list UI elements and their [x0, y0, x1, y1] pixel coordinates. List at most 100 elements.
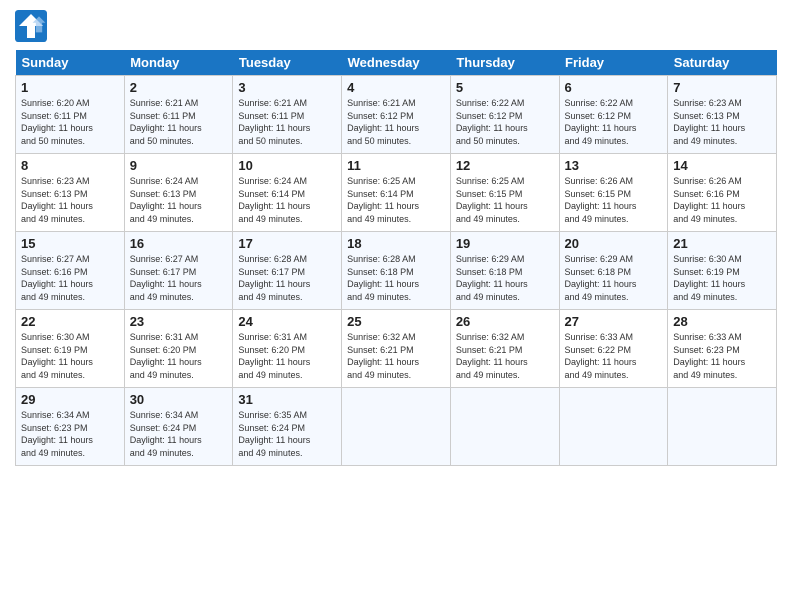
calendar-cell: 23Sunrise: 6:31 AM Sunset: 6:20 PM Dayli… — [124, 310, 233, 388]
calendar-cell: 16Sunrise: 6:27 AM Sunset: 6:17 PM Dayli… — [124, 232, 233, 310]
calendar-cell: 25Sunrise: 6:32 AM Sunset: 6:21 PM Dayli… — [342, 310, 451, 388]
day-number: 26 — [456, 314, 554, 329]
day-info: Sunrise: 6:27 AM Sunset: 6:17 PM Dayligh… — [130, 253, 228, 303]
day-number: 1 — [21, 80, 119, 95]
day-number: 8 — [21, 158, 119, 173]
day-info: Sunrise: 6:28 AM Sunset: 6:17 PM Dayligh… — [238, 253, 336, 303]
day-info: Sunrise: 6:25 AM Sunset: 6:14 PM Dayligh… — [347, 175, 445, 225]
calendar-cell: 30 Sunrise: 6:34 AM Sunset: 6:24 PM Dayli… — [124, 388, 233, 466]
day-info: Sunrise: 6:26 AM Sunset: 6:16 PM Dayligh… — [673, 175, 771, 225]
day-number: 30 — [130, 392, 228, 407]
calendar-cell: 4 Sunrise: 6:21 AM Sunset: 6:12 PM Daylig… — [342, 76, 451, 154]
day-info: Sunrise: 6:28 AM Sunset: 6:18 PM Dayligh… — [347, 253, 445, 303]
day-info: Sunrise: 6:29 AM Sunset: 6:18 PM Dayligh… — [565, 253, 663, 303]
day-number: 10 — [238, 158, 336, 173]
day-number: 13 — [565, 158, 663, 173]
day-number: 22 — [21, 314, 119, 329]
calendar-cell — [450, 388, 559, 466]
calendar-cell: 7 Sunrise: 6:23 AM Sunset: 6:13 PM Daylig… — [668, 76, 777, 154]
day-number: 28 — [673, 314, 771, 329]
day-number: 27 — [565, 314, 663, 329]
calendar-week-1: 1 Sunrise: 6:20 AM Sunset: 6:11 PM Daylig… — [16, 76, 777, 154]
calendar-cell: 6 Sunrise: 6:22 AM Sunset: 6:12 PM Daylig… — [559, 76, 668, 154]
calendar-cell: 22 Sunrise: 6:30 AM Sunset: 6:19 PM Dayli… — [16, 310, 125, 388]
calendar-cell: 29Sunrise: 6:34 AM Sunset: 6:23 PM Dayli… — [16, 388, 125, 466]
day-info: Sunrise: 6:34 AM Sunset: 6:23 PM Dayligh… — [21, 409, 119, 459]
day-info: Sunrise: 6:27 AM Sunset: 6:16 PM Dayligh… — [21, 253, 119, 303]
calendar-cell: 11 Sunrise: 6:25 AM Sunset: 6:14 PM Dayli… — [342, 154, 451, 232]
day-number: 7 — [673, 80, 771, 95]
day-header-tuesday: Tuesday — [233, 50, 342, 76]
calendar-cell: 9 Sunrise: 6:24 AM Sunset: 6:13 PM Daylig… — [124, 154, 233, 232]
calendar-table: SundayMondayTuesdayWednesdayThursdayFrid… — [15, 50, 777, 466]
calendar-cell: 24 Sunrise: 6:31 AM Sunset: 6:20 PM Dayli… — [233, 310, 342, 388]
day-info: Sunrise: 6:23 AM Sunset: 6:13 PM Dayligh… — [673, 97, 771, 147]
day-info: Sunrise: 6:20 AM Sunset: 6:11 PM Dayligh… — [21, 97, 119, 147]
calendar-cell: 20 Sunrise: 6:29 AM Sunset: 6:18 PM Dayli… — [559, 232, 668, 310]
day-info: Sunrise: 6:24 AM Sunset: 6:14 PM Dayligh… — [238, 175, 336, 225]
day-info: Sunrise: 6:21 AM Sunset: 6:11 PM Dayligh… — [238, 97, 336, 147]
day-info: Sunrise: 6:24 AM Sunset: 6:13 PM Dayligh… — [130, 175, 228, 225]
day-info: Sunrise: 6:21 AM Sunset: 6:11 PM Dayligh… — [130, 97, 228, 147]
day-info: Sunrise: 6:33 AM Sunset: 6:23 PM Dayligh… — [673, 331, 771, 381]
day-info: Sunrise: 6:29 AM Sunset: 6:18 PM Dayligh… — [456, 253, 554, 303]
calendar-cell: 3 Sunrise: 6:21 AM Sunset: 6:11 PM Daylig… — [233, 76, 342, 154]
day-number: 19 — [456, 236, 554, 251]
calendar-cell: 2Sunrise: 6:21 AM Sunset: 6:11 PM Daylig… — [124, 76, 233, 154]
day-info: Sunrise: 6:31 AM Sunset: 6:20 PM Dayligh… — [238, 331, 336, 381]
day-number: 24 — [238, 314, 336, 329]
day-info: Sunrise: 6:25 AM Sunset: 6:15 PM Dayligh… — [456, 175, 554, 225]
calendar-week-4: 22 Sunrise: 6:30 AM Sunset: 6:19 PM Dayli… — [16, 310, 777, 388]
calendar-cell: 15 Sunrise: 6:27 AM Sunset: 6:16 PM Dayli… — [16, 232, 125, 310]
calendar-week-3: 15 Sunrise: 6:27 AM Sunset: 6:16 PM Dayli… — [16, 232, 777, 310]
day-info: Sunrise: 6:21 AM Sunset: 6:12 PM Dayligh… — [347, 97, 445, 147]
logo — [15, 10, 51, 42]
day-number: 9 — [130, 158, 228, 173]
calendar-cell: 13 Sunrise: 6:26 AM Sunset: 6:15 PM Dayli… — [559, 154, 668, 232]
day-number: 14 — [673, 158, 771, 173]
calendar-cell — [668, 388, 777, 466]
day-number: 25 — [347, 314, 445, 329]
header — [15, 10, 777, 42]
day-number: 20 — [565, 236, 663, 251]
day-number: 18 — [347, 236, 445, 251]
logo-icon — [15, 10, 47, 42]
day-number: 6 — [565, 80, 663, 95]
day-number: 3 — [238, 80, 336, 95]
calendar-cell: 17 Sunrise: 6:28 AM Sunset: 6:17 PM Dayli… — [233, 232, 342, 310]
calendar-cell: 27 Sunrise: 6:33 AM Sunset: 6:22 PM Dayli… — [559, 310, 668, 388]
calendar-cell: 1 Sunrise: 6:20 AM Sunset: 6:11 PM Daylig… — [16, 76, 125, 154]
day-info: Sunrise: 6:23 AM Sunset: 6:13 PM Dayligh… — [21, 175, 119, 225]
day-number: 31 — [238, 392, 336, 407]
day-number: 17 — [238, 236, 336, 251]
day-info: Sunrise: 6:30 AM Sunset: 6:19 PM Dayligh… — [21, 331, 119, 381]
day-info: Sunrise: 6:22 AM Sunset: 6:12 PM Dayligh… — [456, 97, 554, 147]
calendar-cell: 19 Sunrise: 6:29 AM Sunset: 6:18 PM Dayli… — [450, 232, 559, 310]
calendar-cell — [342, 388, 451, 466]
calendar-cell: 21 Sunrise: 6:30 AM Sunset: 6:19 PM Dayli… — [668, 232, 777, 310]
day-info: Sunrise: 6:31 AM Sunset: 6:20 PM Dayligh… — [130, 331, 228, 381]
day-number: 12 — [456, 158, 554, 173]
day-info: Sunrise: 6:35 AM Sunset: 6:24 PM Dayligh… — [238, 409, 336, 459]
day-header-wednesday: Wednesday — [342, 50, 451, 76]
day-info: Sunrise: 6:34 AM Sunset: 6:24 PM Dayligh… — [130, 409, 228, 459]
calendar-cell — [559, 388, 668, 466]
day-number: 4 — [347, 80, 445, 95]
day-info: Sunrise: 6:33 AM Sunset: 6:22 PM Dayligh… — [565, 331, 663, 381]
day-number: 11 — [347, 158, 445, 173]
day-info: Sunrise: 6:26 AM Sunset: 6:15 PM Dayligh… — [565, 175, 663, 225]
calendar-week-2: 8 Sunrise: 6:23 AM Sunset: 6:13 PM Daylig… — [16, 154, 777, 232]
calendar-cell: 12 Sunrise: 6:25 AM Sunset: 6:15 PM Dayli… — [450, 154, 559, 232]
page-container: SundayMondayTuesdayWednesdayThursdayFrid… — [0, 0, 792, 476]
calendar-cell: 31 Sunrise: 6:35 AM Sunset: 6:24 PM Dayli… — [233, 388, 342, 466]
day-header-friday: Friday — [559, 50, 668, 76]
day-header-saturday: Saturday — [668, 50, 777, 76]
day-info: Sunrise: 6:22 AM Sunset: 6:12 PM Dayligh… — [565, 97, 663, 147]
day-info: Sunrise: 6:32 AM Sunset: 6:21 PM Dayligh… — [456, 331, 554, 381]
calendar-header-row: SundayMondayTuesdayWednesdayThursdayFrid… — [16, 50, 777, 76]
day-number: 15 — [21, 236, 119, 251]
day-number: 5 — [456, 80, 554, 95]
day-info: Sunrise: 6:30 AM Sunset: 6:19 PM Dayligh… — [673, 253, 771, 303]
day-number: 21 — [673, 236, 771, 251]
day-header-thursday: Thursday — [450, 50, 559, 76]
